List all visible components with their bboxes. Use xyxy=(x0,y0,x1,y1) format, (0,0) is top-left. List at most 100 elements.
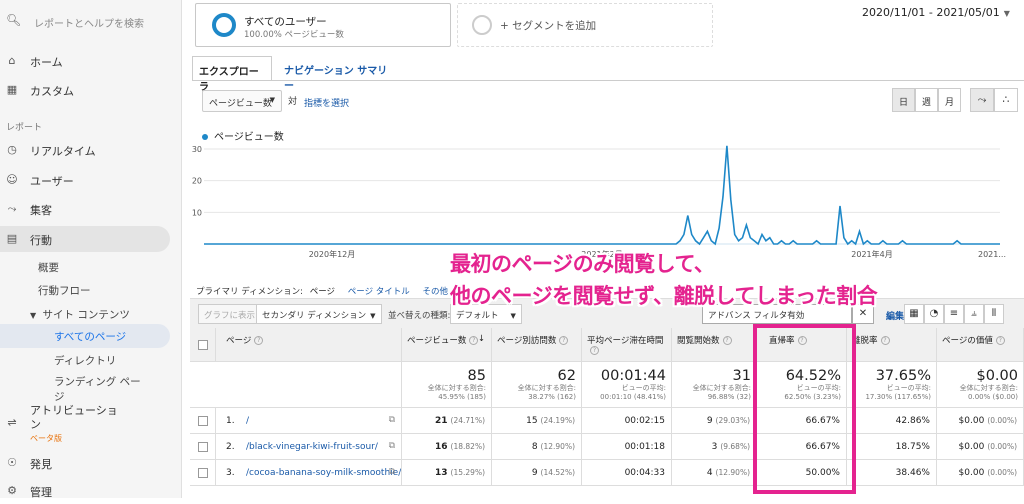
help-icon: ? xyxy=(995,336,1005,345)
metric-selector[interactable]: ページビュー数 ▼ xyxy=(202,90,282,112)
search-placeholder: レポートとヘルプを検索 xyxy=(34,19,144,30)
comparison-view-icon[interactable]: ⫨ xyxy=(964,304,984,324)
sidebar-item-users[interactable]: ☺ ユーザー xyxy=(0,167,170,193)
header-page-value[interactable]: ページの価値? xyxy=(937,328,1024,362)
row-entrances: 9 (29.03%) xyxy=(672,408,757,434)
search-icon: 🔍︎ xyxy=(6,13,22,27)
help-icon: ? xyxy=(559,336,569,345)
sidebar-item-admin[interactable]: ⚙ 管理 xyxy=(0,478,170,504)
open-page-icon[interactable]: ⧉ xyxy=(389,467,395,477)
row-exit-rate: 38.46% xyxy=(847,460,937,486)
row-number: 1. xyxy=(226,416,235,426)
sidebar-item-label: ン xyxy=(30,418,41,431)
header-checkbox[interactable] xyxy=(198,340,208,350)
chevron-down-icon: ▼ xyxy=(510,312,516,320)
tab-explorer[interactable]: エクスプローラ xyxy=(192,56,272,93)
period-week-button[interactable]: 週 xyxy=(915,88,938,112)
motion-chart-icon[interactable]: ∴ xyxy=(994,88,1018,112)
entrances-pct: (29.03%) xyxy=(715,416,750,425)
sidebar-item-directory[interactable]: ディレクトリ xyxy=(54,353,116,368)
pageviews-pct: (15.29%) xyxy=(450,468,485,477)
summary-unique-pageviews: 62 全体に対する割合: 38.27% (162) xyxy=(492,362,582,408)
row-checkbox[interactable] xyxy=(198,416,208,426)
sidebar-item-site-content[interactable]: ▼ サイト コンテンツ xyxy=(30,307,130,322)
pageviews-pct: (24.71%) xyxy=(450,416,485,425)
sidebar-item-behavior-flow[interactable]: 行動フロー xyxy=(38,283,91,298)
sidebar-item-label: ホーム xyxy=(30,56,63,69)
report-search[interactable]: 🔍︎ レポートとヘルプを検索 xyxy=(0,8,182,36)
sidebar-item-landing-pages[interactable]: ランディング ペー ジ xyxy=(54,374,141,404)
row-unique-pageviews: 9 (14.52%) xyxy=(492,460,582,486)
lightbulb-icon: ☉ xyxy=(7,456,17,469)
segment-subtitle: 100.00% ページビュー数 xyxy=(244,30,344,40)
segment-all-users[interactable]: すべてのユーザー 100.00% ページビュー数 xyxy=(195,3,451,47)
sidebar-item-realtime[interactable]: ◷ リアルタイム xyxy=(0,137,170,163)
secondary-dimension-dropdown[interactable]: セカンダリ ディメンション ▼ xyxy=(256,304,382,324)
versus-label: 対 xyxy=(288,97,298,107)
tab-navigation-summary[interactable]: ナビゲーション サマリー xyxy=(278,56,398,92)
clock-icon: ◷ xyxy=(7,143,17,156)
header-entrances[interactable]: 閲覧開始数? xyxy=(672,328,757,362)
page-value: $0.00 xyxy=(958,416,985,426)
help-icon: ? xyxy=(590,346,599,355)
avg-time-value: 00:04:33 xyxy=(624,468,665,478)
pie-view-icon[interactable]: ◔ xyxy=(924,304,944,324)
annotation-line-1: 最初のページのみ閲覧して、 xyxy=(450,252,715,276)
page-value-pct: (0.00%) xyxy=(987,442,1017,451)
summary-entrances: 31 全体に対する割合: 96.88% (32) xyxy=(672,362,757,408)
page-link[interactable]: /cocoa-banana-soy-milk-smoothie/ xyxy=(246,468,401,478)
header-exit-rate[interactable]: 離脱率? xyxy=(847,328,937,362)
metric-label: ページビュー数 xyxy=(209,99,272,109)
row-checkbox[interactable] xyxy=(198,468,208,478)
entrances-pct: (12.90%) xyxy=(715,468,750,477)
row-avg-time: 00:02:15 xyxy=(582,408,672,434)
row-unique-pageviews: 8 (12.90%) xyxy=(492,434,582,460)
row-unique-pageviews: 15 (24.19%) xyxy=(492,408,582,434)
header-unique-pageviews[interactable]: ページ別訪問数? xyxy=(492,328,582,362)
row-page-cell: 1. / ⧉ xyxy=(216,408,402,434)
page-value: $0.00 xyxy=(958,468,985,478)
sidebar-item-attribution[interactable]: ⇌ アトリビューショ ン xyxy=(0,402,170,440)
segment-title: すべてのユーザー xyxy=(244,16,327,28)
entrances-value: 3 xyxy=(711,442,718,452)
period-month-button[interactable]: 月 xyxy=(938,88,961,112)
sort-type-value: デフォルト xyxy=(456,311,499,321)
exit-value: 18.75% xyxy=(895,442,930,452)
sidebar-item-custom[interactable]: ▦ カスタム xyxy=(0,77,170,103)
performance-view-icon[interactable]: ≡ xyxy=(944,304,964,324)
chevron-down-icon: ▼ xyxy=(1003,9,1010,18)
row-checkbox[interactable] xyxy=(198,442,208,452)
header-page[interactable]: ページ? xyxy=(216,328,402,362)
sidebar-item-overview[interactable]: 概要 xyxy=(38,260,59,275)
sidebar-item-discover[interactable]: ☉ 発見 xyxy=(0,450,170,476)
date-range-picker[interactable]: 2020/11/01 - 2021/05/01 ▼ xyxy=(862,6,1010,19)
chevron-down-icon: ▼ xyxy=(269,96,275,104)
row-number: 3. xyxy=(226,468,235,478)
sidebar-item-home[interactable]: ⌂ ホーム xyxy=(0,48,170,74)
sidebar-item-behavior[interactable]: ▤ 行動 xyxy=(0,226,170,252)
row-entrances: 3 (9.68%) xyxy=(672,434,757,460)
unique-value: 8 xyxy=(531,442,538,452)
row-pageviews: 13 (15.29%) xyxy=(402,460,492,486)
open-page-icon[interactable]: ⧉ xyxy=(389,441,395,451)
choose-metric-link[interactable]: 指標を選択 xyxy=(304,96,349,109)
header-pageviews[interactable]: ページビュー数? ↓ xyxy=(402,328,492,362)
pivot-view-icon[interactable]: ⫴ xyxy=(984,304,1004,324)
plot-rows-button[interactable]: グラフに表示 xyxy=(198,304,262,324)
primary-dim-page-title[interactable]: ページ タイトル xyxy=(348,287,410,297)
edit-filter-link[interactable]: 編集 xyxy=(886,309,904,322)
pageviews-value: 21 xyxy=(435,416,448,426)
period-day-button[interactable]: 日 xyxy=(892,88,915,112)
unique-pct: (24.19%) xyxy=(540,416,575,425)
sidebar-item-acquisition[interactable]: ⤳ 集客 xyxy=(0,196,170,222)
open-page-icon[interactable]: ⧉ xyxy=(389,415,395,425)
add-segment-button[interactable]: + セグメントを追加 xyxy=(457,3,713,47)
sidebar-item-all-pages[interactable]: すべてのページ xyxy=(0,324,170,348)
sort-type-label: 並べ替えの種類: xyxy=(388,311,451,321)
page-link[interactable]: / xyxy=(246,416,249,426)
row-entrances: 4 (12.90%) xyxy=(672,460,757,486)
line-chart-icon[interactable]: ⤳ xyxy=(970,88,994,112)
header-avg-time[interactable]: 平均ページ滞在時間? xyxy=(582,328,672,362)
table-view-icon[interactable]: ▦ xyxy=(904,304,924,324)
page-link[interactable]: /black-vinegar-kiwi-fruit-sour/ xyxy=(246,442,378,452)
